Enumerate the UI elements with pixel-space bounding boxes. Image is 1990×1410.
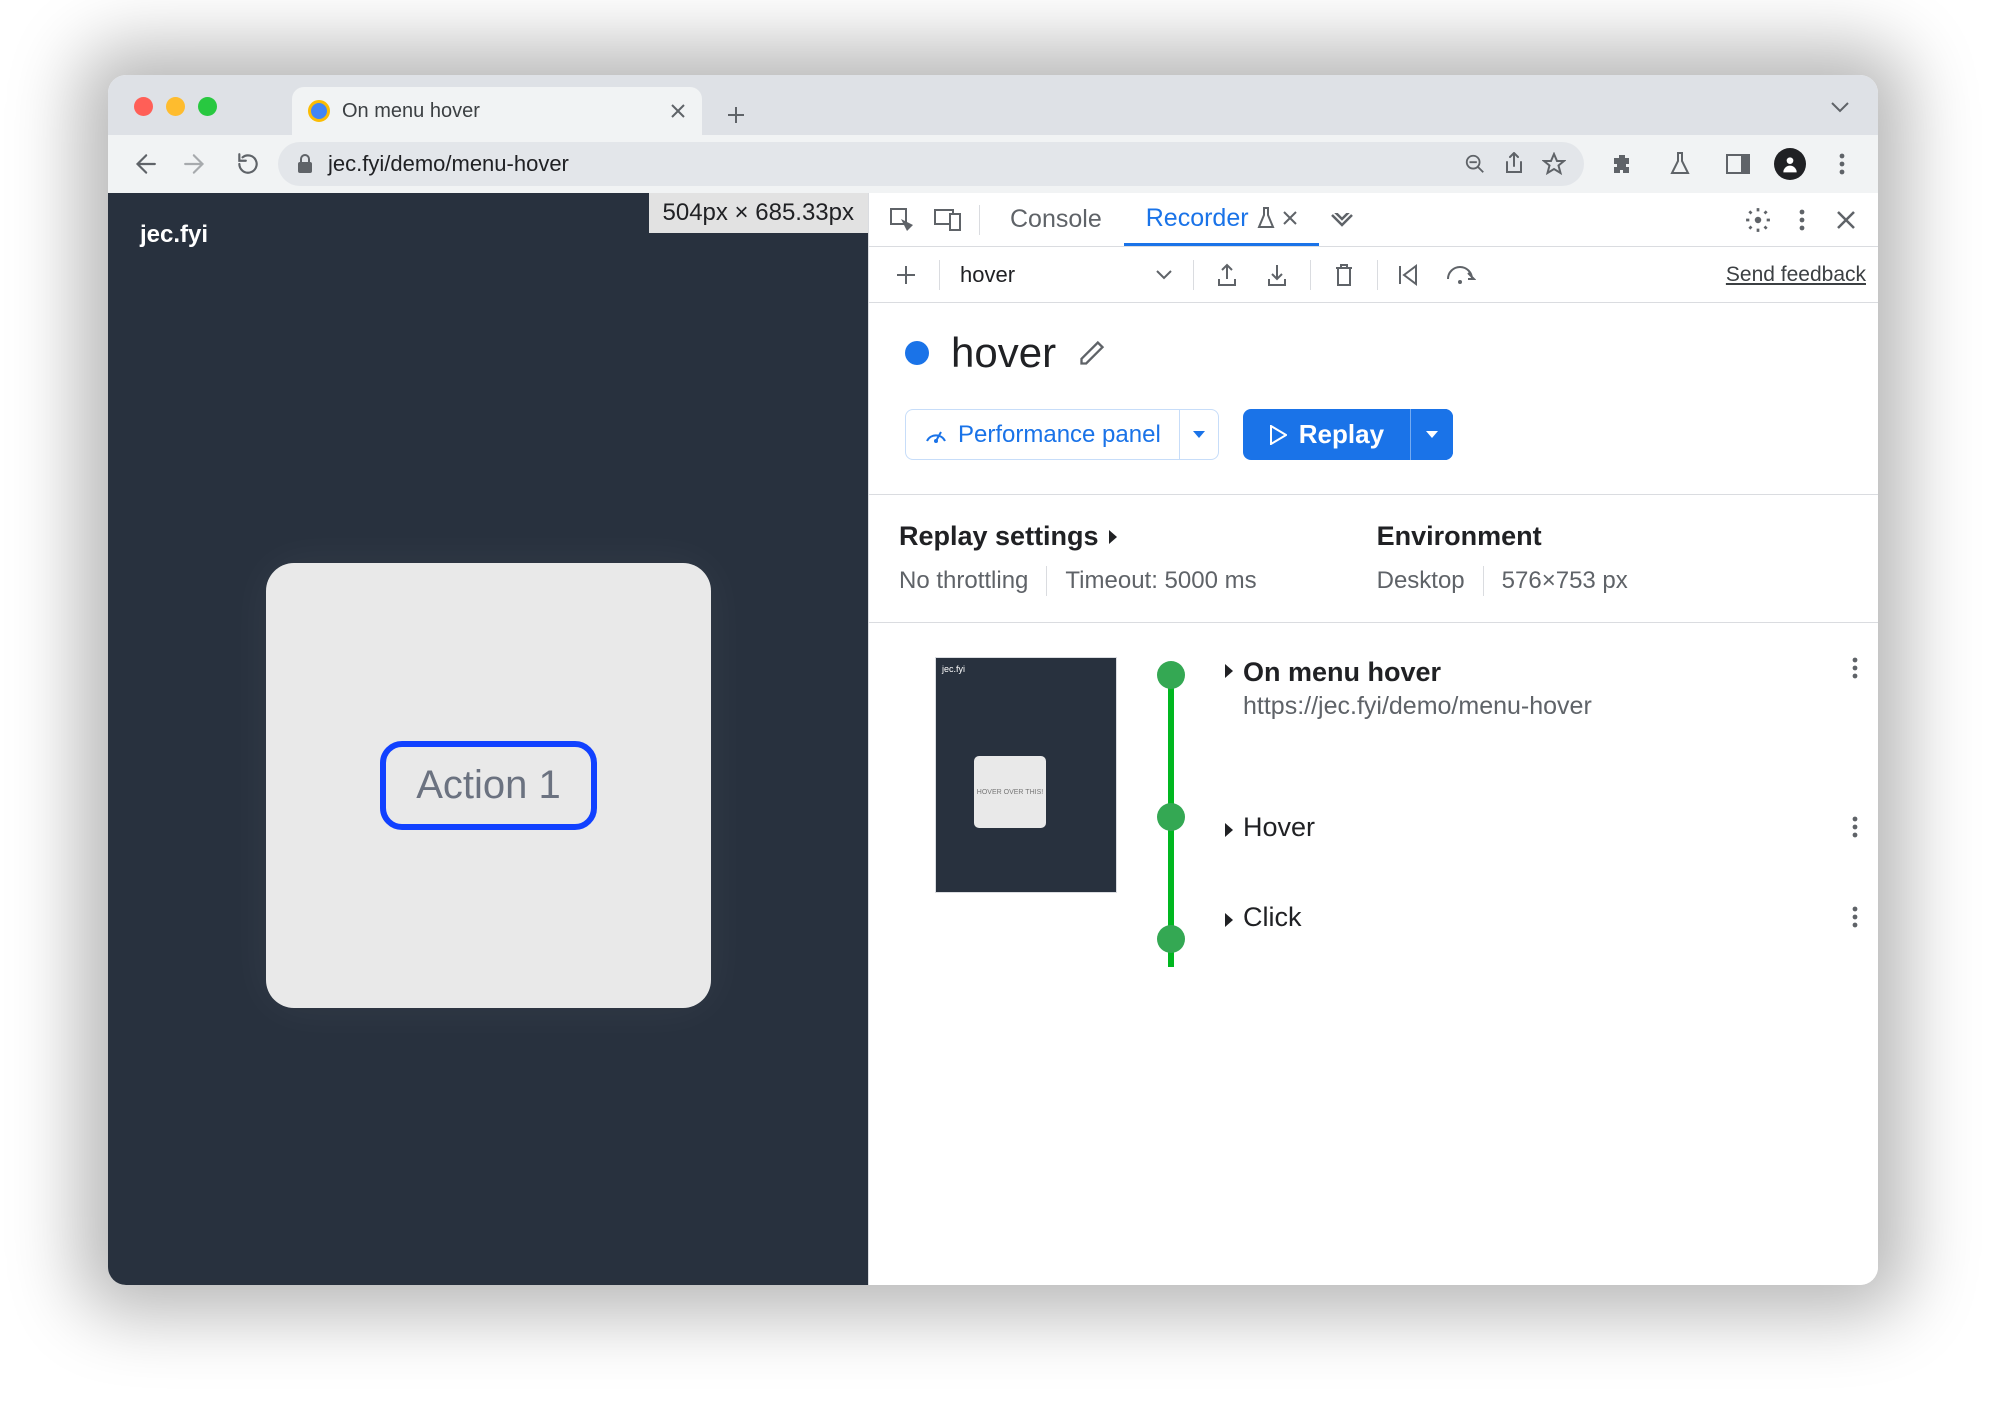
- side-panel-icon[interactable]: [1716, 142, 1760, 186]
- minimize-window-button[interactable]: [166, 97, 185, 116]
- beaker-icon: [1257, 207, 1275, 229]
- forward-button[interactable]: [174, 142, 218, 186]
- step-name: Click: [1243, 902, 1302, 933]
- viewport-value: 576×753 px: [1502, 567, 1628, 595]
- content-area: jec.fyi 504px × 685.33px Action 1 Consol…: [108, 193, 1878, 1285]
- performance-dropdown-icon[interactable]: [1179, 410, 1218, 459]
- recording-status-dot: [905, 341, 929, 365]
- step-menu-icon[interactable]: [1852, 816, 1858, 838]
- step-row[interactable]: On menu hover https://jec.fyi/demo/menu-…: [1223, 657, 1858, 767]
- devtools-menu-icon[interactable]: [1780, 209, 1824, 231]
- step-menu-icon[interactable]: [1852, 906, 1858, 928]
- tab-recorder[interactable]: Recorder: [1124, 193, 1319, 246]
- caret-right-icon: [1223, 663, 1235, 679]
- browser-tab[interactable]: On menu hover: [292, 87, 702, 135]
- browser-window: On menu hover jec.fyi/demo/menu-hover: [108, 75, 1878, 1285]
- tab-title: On menu hover: [342, 100, 658, 123]
- step-thumbnail: jec.fyi HOVER OVER THIS!: [935, 657, 1117, 893]
- timeout-value: Timeout: 5000 ms: [1065, 567, 1256, 595]
- action-button[interactable]: Action 1: [380, 741, 597, 830]
- tab-list-chevron-icon[interactable]: [1830, 100, 1850, 114]
- devtools-panel: Console Recorder hover: [868, 193, 1878, 1285]
- step-row[interactable]: Hover: [1223, 767, 1858, 887]
- maximize-window-button[interactable]: [198, 97, 217, 116]
- gauge-icon: [924, 423, 948, 447]
- close-tab-icon[interactable]: [670, 103, 686, 119]
- back-button[interactable]: [122, 142, 166, 186]
- url-text: jec.fyi/demo/menu-hover: [328, 151, 569, 177]
- step-row[interactable]: Click: [1223, 887, 1858, 947]
- reload-button[interactable]: [226, 142, 270, 186]
- device-value: Desktop: [1377, 567, 1465, 595]
- edit-title-icon[interactable]: [1078, 339, 1106, 367]
- extensions-icon[interactable]: [1600, 142, 1644, 186]
- replay-dropdown-icon[interactable]: [1410, 409, 1453, 460]
- chevron-down-icon: [1155, 269, 1173, 281]
- caret-right-icon: [1107, 529, 1119, 545]
- browser-menu-icon[interactable]: [1820, 142, 1864, 186]
- new-tab-button[interactable]: [716, 95, 756, 135]
- new-recording-button[interactable]: [881, 255, 931, 295]
- export-icon[interactable]: [1202, 255, 1252, 295]
- step-name: On menu hover: [1243, 657, 1441, 687]
- close-tab-icon[interactable]: [1283, 211, 1297, 225]
- tab-console[interactable]: Console: [988, 193, 1124, 246]
- tab-strip: On menu hover: [108, 75, 1878, 135]
- viewport-size-overlay: 504px × 685.33px: [649, 193, 869, 233]
- devtools-tabstrip: Console Recorder: [869, 193, 1878, 247]
- device-toolbar-icon[interactable]: [925, 209, 971, 231]
- step-url: https://jec.fyi/demo/menu-hover: [1243, 692, 1844, 721]
- bookmark-star-icon[interactable]: [1542, 152, 1566, 176]
- close-window-button[interactable]: [134, 97, 153, 116]
- replay-button[interactable]: Replay: [1243, 409, 1453, 460]
- omnibox[interactable]: jec.fyi/demo/menu-hover: [278, 142, 1584, 186]
- delete-icon[interactable]: [1319, 255, 1369, 295]
- share-icon[interactable]: [1504, 152, 1524, 176]
- inspect-element-icon[interactable]: [879, 207, 925, 233]
- performance-panel-button[interactable]: Performance panel: [905, 409, 1219, 460]
- play-icon: [1269, 425, 1287, 445]
- labs-icon[interactable]: [1658, 142, 1702, 186]
- zoom-out-icon[interactable]: [1464, 153, 1486, 175]
- window-controls: [134, 97, 217, 116]
- step-over-icon[interactable]: [1436, 255, 1486, 295]
- favicon-icon: [308, 100, 330, 122]
- replay-settings-heading[interactable]: Replay settings: [899, 521, 1257, 552]
- page-preview: jec.fyi 504px × 685.33px Action 1: [108, 193, 868, 1285]
- close-devtools-icon[interactable]: [1824, 210, 1868, 230]
- recorder-toolbar: hover Send feedback: [869, 247, 1878, 303]
- throttling-value: No throttling: [899, 567, 1028, 595]
- address-bar: jec.fyi/demo/menu-hover: [108, 135, 1878, 193]
- step-menu-icon[interactable]: [1852, 657, 1858, 679]
- caret-right-icon: [1223, 822, 1235, 838]
- step-name: Hover: [1243, 812, 1315, 843]
- step-replay-icon[interactable]: [1386, 255, 1436, 295]
- step-timeline: [1147, 657, 1193, 947]
- settings-gear-icon[interactable]: [1736, 207, 1780, 233]
- profile-avatar[interactable]: [1774, 148, 1806, 180]
- environment-heading: Environment: [1377, 521, 1628, 552]
- import-icon[interactable]: [1252, 255, 1302, 295]
- demo-card: Action 1: [266, 563, 711, 1008]
- recording-title: hover: [951, 329, 1056, 377]
- recording-selector[interactable]: hover: [948, 262, 1185, 288]
- lock-icon: [296, 154, 314, 174]
- more-tabs-icon[interactable]: [1319, 213, 1365, 227]
- site-name: jec.fyi: [140, 221, 208, 249]
- send-feedback-link[interactable]: Send feedback: [1726, 263, 1866, 287]
- caret-right-icon: [1223, 912, 1235, 928]
